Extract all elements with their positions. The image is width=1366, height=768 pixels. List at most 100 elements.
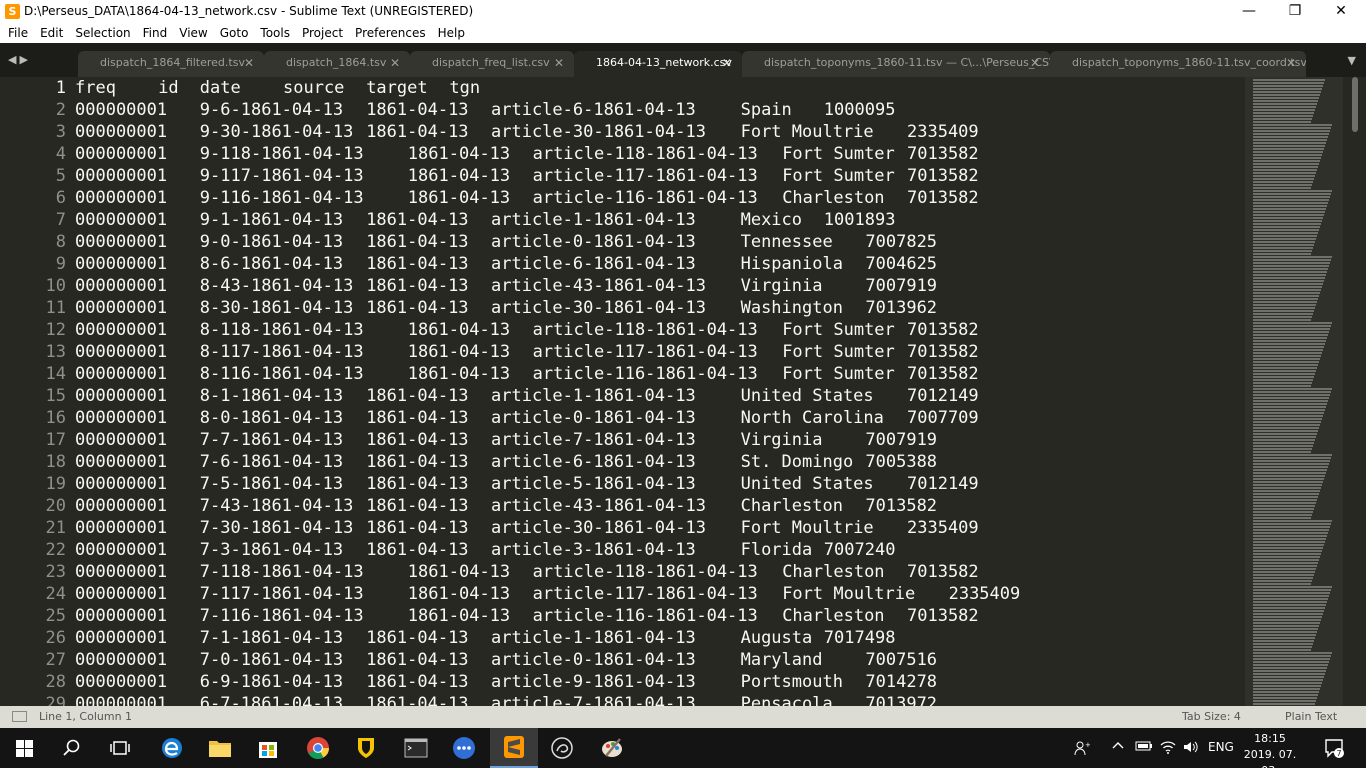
input-language[interactable]: ENG: [1208, 740, 1234, 754]
minimap-line: [1253, 262, 1330, 264]
close-tab-icon[interactable]: ✕: [554, 51, 564, 75]
menu-edit[interactable]: Edit: [34, 26, 69, 40]
minimap-line: [1253, 301, 1317, 303]
minimap-line: [1253, 310, 1314, 312]
paint-palette-icon[interactable]: [588, 728, 636, 768]
minimap-line: [1253, 211, 1325, 213]
syntax-selector[interactable]: Plain Text: [1285, 710, 1337, 723]
chat-app-icon[interactable]: [440, 728, 488, 768]
line-number: 25: [45, 606, 66, 626]
minimap-line: [1253, 184, 1312, 186]
minimap-line: [1253, 325, 1331, 327]
command-prompt-icon[interactable]: [392, 728, 440, 768]
close-tab-icon[interactable]: ✕: [1286, 51, 1296, 75]
minimap-line: [1253, 427, 1319, 429]
line-number-gutter: 1 2 3 4 5 6 7 8 9 10 11 12 13 14 15 16 17 18 19 20 21 22 23 24 2…: [0, 77, 66, 706]
notification-center-icon[interactable]: 7: [1324, 738, 1344, 761]
table-cell: 000000001: [75, 342, 168, 362]
taskbar: + ENG 18:15 2019. 07. 03. 7: [0, 728, 1366, 768]
table-cell: article-116-1861-04-13: [532, 364, 758, 384]
tab-navigation-arrows-icon[interactable]: ◀▶: [8, 53, 31, 66]
table-cell: 000000001: [75, 122, 168, 142]
table-cell: 000000001: [75, 166, 168, 186]
search-icon[interactable]: [48, 728, 96, 768]
menu-view[interactable]: View: [173, 26, 213, 40]
table-cell: 7013582: [907, 606, 979, 626]
tab-dispatch-freq-list[interactable]: dispatch_freq_list.csv ✕: [410, 51, 574, 77]
table-cell: 6-7-1861-04-13: [199, 694, 344, 706]
minimap-line: [1253, 544, 1324, 546]
table-cell: 7005388: [865, 452, 938, 472]
tab-dispatch-1864-filtered[interactable]: dispatch_1864_filtered.tsv ✕: [78, 51, 264, 77]
table-cell: 000000001: [75, 188, 168, 208]
windows-start-icon[interactable]: [0, 728, 48, 768]
battery-icon[interactable]: [1135, 740, 1153, 755]
tab-dispatch-toponyms[interactable]: dispatch_toponyms_1860-11.tsv — C\...\Pe…: [742, 51, 1050, 77]
menu-selection[interactable]: Selection: [69, 26, 136, 40]
file-explorer-icon[interactable]: [196, 728, 244, 768]
tab-label: dispatch_1864_filtered.tsv: [100, 56, 245, 69]
close-button[interactable]: ✕: [1318, 0, 1364, 23]
minimap-line: [1253, 91, 1321, 93]
close-tab-icon[interactable]: ✕: [390, 51, 400, 75]
menu-goto[interactable]: Goto: [214, 26, 255, 40]
minimap-line: [1253, 352, 1322, 354]
edge-browser-icon[interactable]: [148, 728, 196, 768]
code-area[interactable]: freq id date source target tgn 000000001 9-6-18…: [75, 77, 1243, 706]
table-cell: Tennessee: [740, 232, 833, 252]
minimap-line: [1253, 397, 1329, 399]
menu-project[interactable]: Project: [296, 26, 349, 40]
close-tab-icon[interactable]: ✕: [244, 51, 254, 75]
menu-file[interactable]: File: [2, 26, 34, 40]
minimize-button[interactable]: —: [1226, 0, 1272, 23]
menu-find[interactable]: Find: [137, 26, 174, 40]
editor[interactable]: 1 2 3 4 5 6 7 8 9 10 11 12 13 14 15 16 17 18 19 20 21 22 23 24 2…: [0, 77, 1366, 706]
menu-tools[interactable]: Tools: [254, 26, 296, 40]
line-number: 16: [45, 408, 66, 428]
minimap-line: [1253, 145, 1325, 147]
chrome-icon[interactable]: [294, 728, 342, 768]
minimap-line: [1253, 205, 1327, 207]
wifi-icon[interactable]: [1160, 740, 1176, 757]
tab-dispatch-1864[interactable]: dispatch_1864.tsv ✕: [264, 51, 410, 77]
table-cell: 7-43-1861-04-13: [199, 496, 354, 516]
table-cell: article-0-1861-04-13: [491, 650, 696, 670]
gephi-app-icon[interactable]: [538, 728, 586, 768]
menu-preferences[interactable]: Preferences: [349, 26, 432, 40]
sublime-text-taskbar-icon[interactable]: [490, 728, 538, 768]
volume-icon[interactable]: [1183, 740, 1199, 757]
menu-help[interactable]: Help: [432, 26, 471, 40]
minimap-line: [1253, 631, 1317, 633]
task-view-icon[interactable]: [96, 728, 144, 768]
people-icon[interactable]: +: [1074, 740, 1091, 759]
security-shield-icon[interactable]: [342, 728, 390, 768]
chevron-up-icon[interactable]: [1112, 740, 1124, 755]
minimap[interactable]: [1245, 77, 1343, 706]
table-cell: article-43-1861-04-13: [491, 276, 706, 296]
minimap-line: [1253, 523, 1331, 525]
table-cell: 7007709: [907, 408, 979, 428]
table-cell: 6-9-1861-04-13: [199, 672, 344, 692]
tab-dispatch-toponyms-coord[interactable]: dispatch_toponyms_1860-11.tsv_coord.tsv …: [1050, 51, 1306, 77]
table-cell: 1861-04-13: [407, 562, 511, 582]
clock[interactable]: 18:15 2019. 07. 03.: [1240, 731, 1300, 768]
table-cell: article-116-1861-04-13: [532, 188, 758, 208]
tab-network-csv[interactable]: 1864-04-13_network.csv ✕: [574, 51, 742, 77]
table-cell: 7-0-1861-04-13: [199, 650, 344, 670]
tab-size-selector[interactable]: Tab Size: 4: [1182, 710, 1241, 723]
restore-button[interactable]: ❐: [1272, 0, 1318, 23]
panel-toggle-icon[interactable]: [12, 711, 27, 722]
close-tab-icon[interactable]: ✕: [1030, 51, 1040, 75]
tab-dropdown-icon[interactable]: ▼: [1348, 54, 1356, 67]
store-icon[interactable]: [244, 728, 292, 768]
table-cell: 9-0-1861-04-13: [199, 232, 344, 252]
line-number: 12: [45, 320, 66, 340]
minimap-line: [1253, 604, 1326, 606]
table-cell: Fort Moultrie: [740, 518, 874, 538]
close-tab-icon[interactable]: ✕: [722, 51, 732, 75]
vertical-scrollbar[interactable]: [1352, 77, 1358, 132]
minimap-line: [1253, 142, 1326, 144]
table-cell: 000000001: [75, 518, 168, 538]
table-cell: article-1-1861-04-13: [491, 210, 696, 230]
table-cell: article-0-1861-04-13: [491, 408, 696, 428]
